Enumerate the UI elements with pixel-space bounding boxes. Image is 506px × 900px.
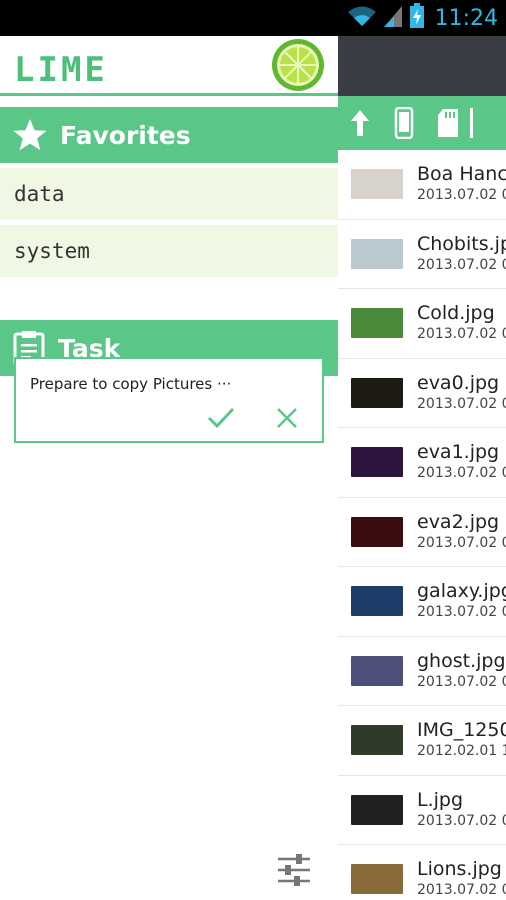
file-date: 2013.07.02 0 [417,465,506,482]
settings-button[interactable] [274,850,314,890]
file-name: eva2.jpg [417,510,500,533]
file-name: eva1.jpg [417,441,500,464]
sliders-icon [278,854,310,886]
file-row[interactable]: Lions.jpg 2013.07.02 0 [338,845,506,900]
sd-card-button[interactable] [426,96,470,150]
file-date: 2013.07.02 0 [417,395,506,412]
file-list: Boa Hanc 2013.07.02 0 Chobits.jp 2013.07.02… [338,150,506,900]
file-name: galaxy.jpg [417,580,506,603]
file-thumbnail [351,169,403,200]
file-thumbnail [351,377,403,408]
check-icon [207,407,235,429]
file-date: 2013.07.02 0 [417,812,506,829]
file-thumbnail [351,655,403,686]
lime-logo-icon [272,39,324,91]
favorite-item-data[interactable]: data [0,168,338,220]
file-row[interactable]: galaxy.jpg 2013.07.02 0 [338,567,506,637]
file-row[interactable]: eva2.jpg 2013.07.02 0 [338,498,506,567]
file-row[interactable]: Boa Hanc 2013.07.02 0 [338,150,506,220]
file-date: 2013.07.02 0 [417,187,506,204]
task-confirm-button[interactable] [206,405,236,431]
file-row[interactable]: ghost.jpg 2013.07.02 0 [338,637,506,706]
up-directory-button[interactable] [338,96,382,150]
task-description: Prepare to copy Pictures ··· [30,375,232,393]
file-browser-panel: Boa Hanc 2013.07.02 0 Chobits.jp 2013.07.02… [338,36,506,900]
file-thumbnail [351,447,403,478]
file-thumbnail [351,238,403,269]
file-row[interactable]: L.jpg 2013.07.02 0 [338,776,506,845]
file-date: 2013.07.02 0 [417,256,506,273]
file-thumbnail [351,516,403,547]
file-text: Chobits.jp 2013.07.02 0 [417,233,506,275]
file-name: Cold.jpg [417,302,495,325]
file-date: 2013.07.02 0 [417,673,506,690]
file-text: Cold.jpg 2013.07.02 0 [417,302,506,344]
task-card: Prepare to copy Pictures ··· [14,357,324,443]
file-name: Lions.jpg [417,858,502,881]
file-date: 2013.07.02 0 [417,882,506,899]
sd-card-icon [438,109,458,137]
file-row[interactable]: eva0.jpg 2013.07.02 0 [338,359,506,428]
arrow-up-icon [351,110,369,136]
file-row[interactable]: IMG_12502012.02.01 19 [338,706,506,776]
file-thumbnail [351,794,403,825]
phone-icon [394,107,414,139]
file-row[interactable]: Cold.jpg 2013.07.02 0 [338,289,506,359]
file-name: Chobits.jp [417,232,506,255]
toolbar-divider [470,96,482,150]
file-panel-header [338,36,506,96]
file-text: eva1.jpg 2013.07.02 0 [417,441,506,483]
file-thumbnail [351,725,403,756]
file-toolbar [338,96,506,150]
favorite-item-label: system [14,239,90,263]
file-text: IMG_12502012.02.01 19 [417,719,506,761]
phone-storage-button[interactable] [382,96,426,150]
file-row[interactable]: eva1.jpg 2013.07.02 0 [338,428,506,498]
file-text: eva0.jpg 2013.07.02 0 [417,372,506,414]
file-text: Lions.jpg 2013.07.02 0 [417,858,506,900]
clock: 11:24 [434,5,498,31]
app-header: LIME [0,36,338,96]
task-cancel-button[interactable] [272,405,302,431]
app-logo-text: LIME [14,50,108,90]
favorites-header: Favorites [0,107,338,163]
file-date: 2012.02.01 19 [417,743,506,760]
file-row[interactable]: Chobits.jp 2013.07.02 0 [338,220,506,289]
favorites-title: Favorites [60,120,191,150]
file-name: eva0.jpg [417,371,500,394]
file-text: eva2.jpg 2013.07.02 0 [417,511,506,553]
favorite-item-system[interactable]: system [0,225,338,277]
file-date: 2013.07.02 0 [417,604,506,621]
wifi-icon [347,4,377,32]
file-date: 2013.07.02 0 [417,534,506,551]
file-text: Boa Hanc 2013.07.02 0 [417,163,506,205]
screen: 11:24 Boa Hanc 2013.07.02 0 Chobits.jp 2013… [0,0,506,900]
navigation-drawer: LIME Favorites data system Task [0,36,338,900]
file-date: 2013.07.02 0 [417,326,506,343]
file-name: ghost.jpg [417,649,506,672]
close-icon [277,408,297,428]
file-text: galaxy.jpg 2013.07.02 0 [417,580,506,622]
status-icons: 11:24 [347,3,498,33]
file-text: ghost.jpg 2013.07.02 0 [417,650,506,692]
cell-signal-icon [383,4,403,32]
status-bar: 11:24 [0,0,506,36]
file-thumbnail [351,308,403,339]
favorite-item-label: data [14,182,65,206]
file-name: IMG_1250 [417,719,506,742]
file-name: Boa Hanc [417,163,506,186]
battery-charging-icon [409,3,425,33]
file-thumbnail [351,864,403,895]
file-text: L.jpg 2013.07.02 0 [417,789,506,831]
file-thumbnail [351,586,403,617]
star-icon [13,119,47,151]
file-name: L.jpg [417,788,464,811]
